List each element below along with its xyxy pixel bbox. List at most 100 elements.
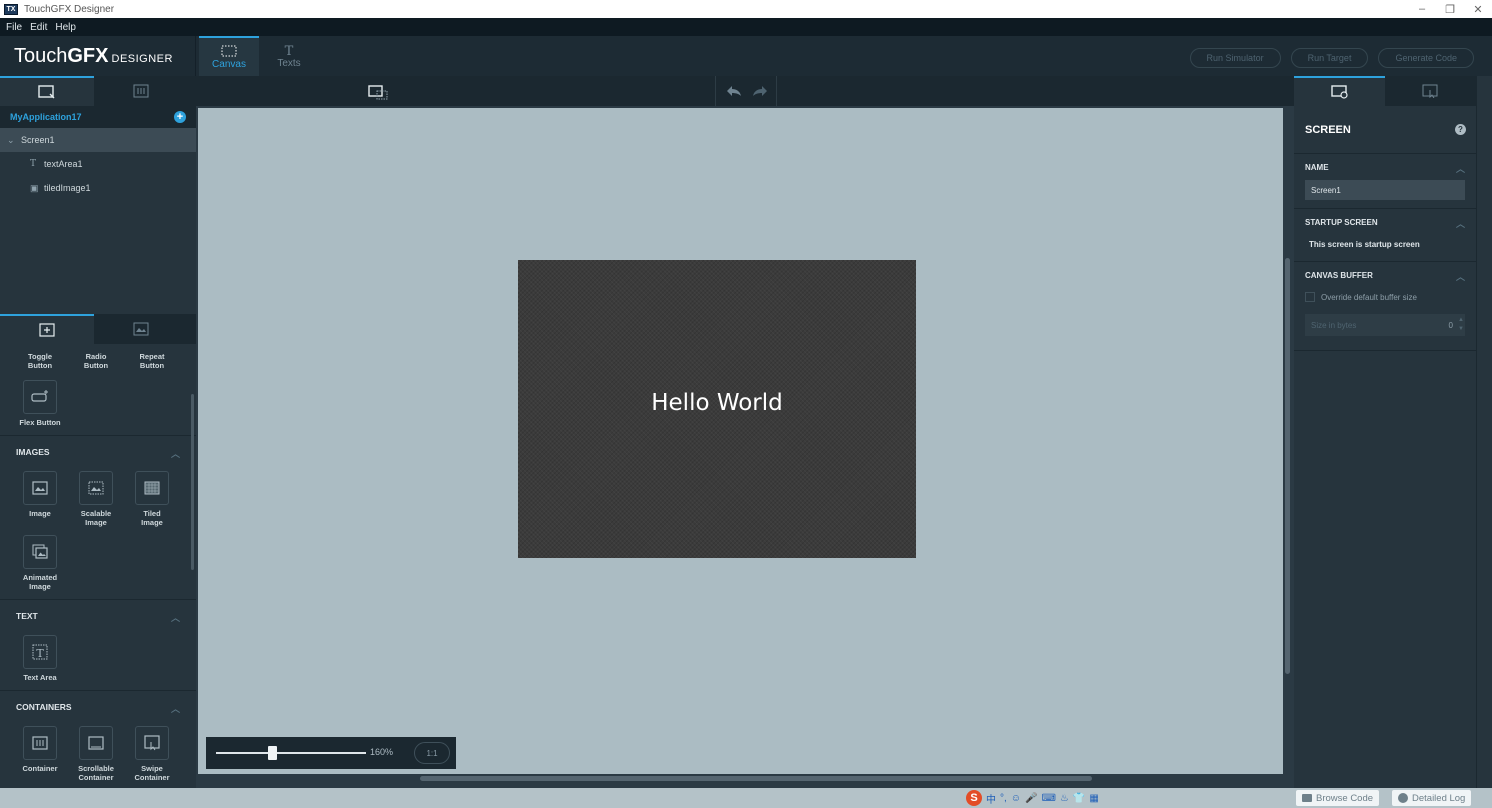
undo-icon[interactable] — [726, 85, 742, 97]
tab-texts[interactable]: T Texts — [259, 36, 319, 76]
tab-images[interactable] — [94, 314, 188, 344]
tab-canvas[interactable]: Canvas — [199, 36, 259, 76]
menu-help[interactable]: Help — [55, 22, 76, 33]
widget-label: Image — [29, 509, 51, 518]
flex-button-icon — [23, 380, 57, 414]
section-header[interactable]: CANVAS BUFFER ︿ — [1305, 262, 1465, 288]
tree-item-screen[interactable]: ⌄ Screen1 — [0, 128, 196, 152]
screen-size-icon[interactable] — [368, 84, 390, 100]
app-icon: TX — [4, 3, 18, 15]
widget-animated-image[interactable]: Animated Image — [12, 535, 68, 591]
chevron-up-icon[interactable]: ︿ — [171, 702, 180, 715]
browse-code-button[interactable]: Browse Code — [1296, 790, 1380, 806]
detailed-log-button[interactable]: Detailed Log — [1392, 790, 1472, 806]
run-simulator-button[interactable]: Run Simulator — [1189, 48, 1281, 68]
zoom-control: 160% 1:1 — [206, 737, 456, 769]
widget-label: Text Area — [23, 673, 57, 682]
widget-tabs — [0, 314, 196, 344]
design-canvas[interactable]: Hello World — [198, 108, 1283, 774]
tree-item-textarea[interactable]: T textArea1 — [0, 152, 196, 176]
zoom-1-to-1-button[interactable]: 1:1 — [414, 742, 450, 764]
ime-punctuation-icon[interactable]: °, — [1000, 793, 1007, 804]
widget-list: Toggle Button Radio Button Repeat Button… — [0, 344, 196, 788]
close-button[interactable]: ✕ — [1464, 0, 1492, 18]
redo-icon[interactable] — [752, 85, 768, 97]
menu-edit[interactable]: Edit — [30, 22, 47, 33]
tab-interactions[interactable] — [1385, 76, 1476, 106]
section-title: CONTAINERS — [16, 701, 72, 712]
chevron-up-icon[interactable]: ︿ — [171, 447, 180, 460]
section-containers[interactable]: CONTAINERS ︿ — [0, 690, 196, 722]
widget-text-area[interactable]: T Text Area — [12, 635, 68, 682]
section-header[interactable]: STARTUP SCREEN ︿ — [1305, 209, 1465, 235]
ime-menu-icon[interactable]: ▦ — [1089, 793, 1098, 804]
undo-redo-group — [715, 76, 777, 106]
ime-skin-icon[interactable]: 👕 — [1073, 793, 1085, 804]
widget-toggle-button[interactable]: Toggle Button — [12, 348, 68, 370]
widget-scalable-image[interactable]: Scalable Image — [68, 471, 124, 527]
sogou-ime-icon[interactable]: S — [966, 790, 982, 806]
checkbox-box[interactable] — [1305, 292, 1315, 302]
tab-screens[interactable] — [0, 76, 94, 106]
zoom-slider-track[interactable] — [216, 752, 366, 754]
minimize-button[interactable]: – — [1408, 0, 1436, 18]
ime-chinese-mode[interactable]: 中 — [986, 791, 996, 806]
override-buffer-checkbox[interactable]: Override default buffer size — [1305, 288, 1465, 306]
screen-tree: ⌄ Screen1 T textArea1 ▣ tiledImage1 — [0, 128, 196, 298]
widget-tiled-image[interactable]: Tiled Image — [124, 471, 180, 527]
canvas-vertical-scrollbar[interactable] — [1285, 258, 1290, 674]
widget-repeat-button[interactable]: Repeat Button — [124, 348, 180, 370]
widget-container[interactable]: Container — [12, 726, 68, 782]
chevron-up-icon[interactable]: ︿ — [1456, 162, 1465, 175]
chevron-down-icon[interactable]: ⌄ — [7, 135, 17, 146]
left-tabs — [0, 76, 196, 106]
chevron-up-icon[interactable]: ︿ — [1456, 217, 1465, 230]
app-logo: TouchGFX DESIGNER — [14, 45, 173, 68]
tab-properties[interactable] — [1294, 76, 1385, 106]
widget-swipe-container[interactable]: Swipe Container — [124, 726, 180, 782]
chevron-up-icon[interactable]: ︿ — [171, 611, 180, 624]
generate-code-button[interactable]: Generate Code — [1378, 48, 1474, 68]
menu-file[interactable]: File — [6, 22, 22, 33]
screen-name-input[interactable]: Screen1 — [1305, 180, 1465, 200]
widget-radio-button[interactable]: Radio Button — [68, 348, 124, 370]
widget-scrollable-container[interactable]: Scrollable Container — [68, 726, 124, 782]
scrollable-container-icon — [79, 726, 113, 760]
startup-screen-label: STARTUP SCREEN — [1305, 217, 1378, 227]
spinner-icon[interactable]: ▲ ▼ — [1458, 316, 1464, 334]
hello-world-text[interactable]: Hello World — [518, 390, 916, 416]
right-edge-strip — [1476, 76, 1492, 788]
ime-emoji-icon[interactable]: ☺ — [1011, 793, 1021, 804]
log-icon — [1398, 793, 1408, 803]
widget-flex-button[interactable]: Flex Button — [12, 380, 68, 427]
chevron-up-icon[interactable]: ︿ — [1456, 270, 1465, 283]
help-icon[interactable]: ? — [1455, 124, 1466, 135]
tree-item-tiledimage[interactable]: ▣ tiledImage1 — [0, 176, 196, 200]
section-images[interactable]: IMAGES ︿ — [0, 435, 196, 467]
ime-keyboard-icon[interactable]: ⌨ — [1041, 793, 1055, 804]
right-tabs — [1294, 76, 1476, 106]
folder-icon — [1302, 794, 1312, 802]
add-screen-icon[interactable]: + — [174, 111, 186, 123]
section-text[interactable]: TEXT ︿ — [0, 599, 196, 631]
tab-widgets[interactable] — [0, 314, 94, 344]
tab-custom-containers[interactable] — [94, 76, 188, 106]
screen-select-icon — [38, 85, 55, 99]
screen-preview[interactable]: Hello World — [518, 260, 916, 558]
zoom-slider-thumb[interactable] — [268, 746, 277, 760]
canvas-horizontal-scrollbar[interactable] — [420, 776, 1092, 781]
widget-image[interactable]: Image — [12, 471, 68, 527]
restore-button[interactable]: ❐ — [1436, 0, 1464, 18]
ime-tools-icon[interactable]: ♨ — [1060, 793, 1069, 804]
ime-voice-icon[interactable]: 🎤 — [1025, 793, 1037, 804]
window-title: TouchGFX Designer — [24, 3, 115, 15]
section-startup: STARTUP SCREEN ︿ This screen is startup s… — [1294, 209, 1476, 262]
browse-code-label: Browse Code — [1316, 792, 1374, 804]
main-tabs: Canvas T Texts — [199, 36, 319, 76]
section-header[interactable]: NAME ︿ — [1305, 154, 1465, 180]
application-row[interactable]: MyApplication17 + — [0, 106, 196, 128]
run-target-button[interactable]: Run Target — [1290, 48, 1369, 68]
left-scrollbar[interactable] — [191, 394, 194, 570]
buffer-size-input[interactable]: Size in bytes 0 ▲ ▼ — [1305, 314, 1465, 336]
animated-image-icon — [23, 535, 57, 569]
